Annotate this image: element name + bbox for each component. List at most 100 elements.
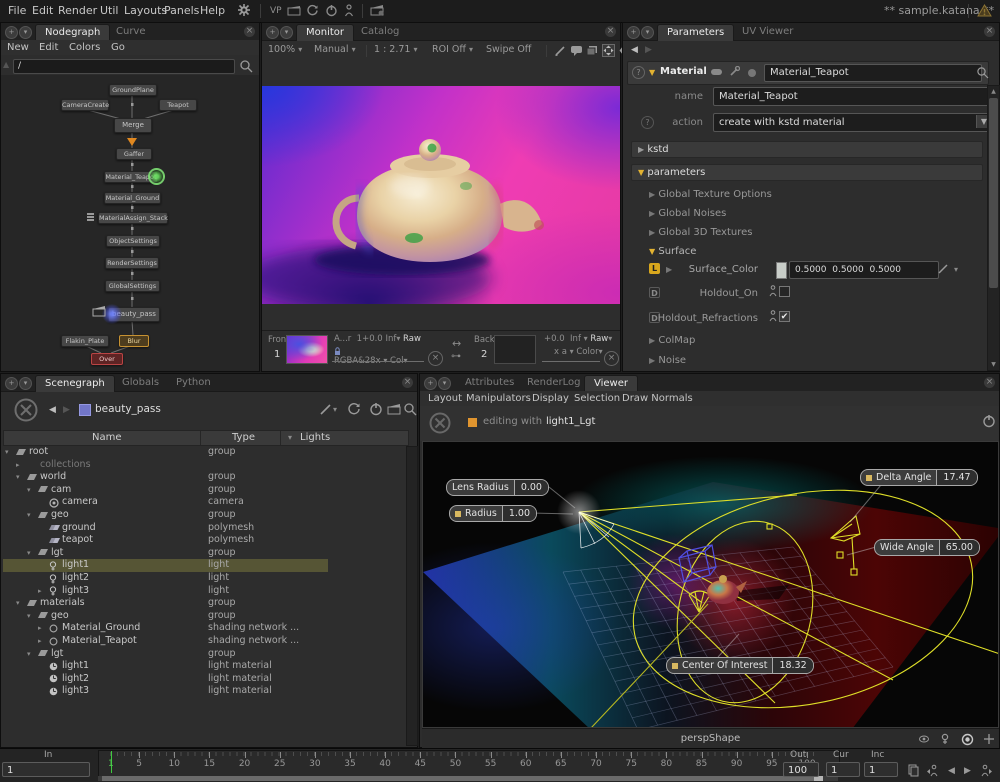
pane-add-icon[interactable]: + <box>627 26 640 39</box>
in-field[interactable]: 1 <box>2 762 90 777</box>
scenegraph-row-ground[interactable]: groundpolymesh <box>3 522 401 535</box>
node-name-field[interactable]: Material_Teapot <box>764 64 982 82</box>
scenegraph-row-light3[interactable]: light3light material <box>3 685 401 698</box>
node-MaterialAssign_Stack[interactable]: MaterialAssign_Stack <box>98 212 168 224</box>
dot-icon[interactable] <box>748 69 756 77</box>
refresh-icon[interactable] <box>306 4 319 17</box>
node-RenderSettings[interactable]: RenderSettings <box>105 257 159 269</box>
manipulator-label-lens-radius[interactable]: Lens Radius0.00 <box>446 479 549 496</box>
group-global-3d-textures[interactable]: ▶ Global 3D Textures <box>649 227 752 238</box>
comment-icon[interactable] <box>570 45 583 57</box>
range-slider[interactable] <box>98 776 838 781</box>
front-channel-info[interactable]: A...r 1+0.0 Inf▾ Raw <box>334 334 421 344</box>
help-icon[interactable]: ? <box>632 66 645 79</box>
menu-edit[interactable]: Edit <box>28 0 57 22</box>
expand-triangle-icon[interactable]: ▼ <box>649 68 655 77</box>
scenegraph-row-light2[interactable]: light2light material <box>3 673 401 686</box>
scenegraph-row-collections[interactable]: ▸collections <box>3 459 401 472</box>
manipulator-label-delta-angle[interactable]: Delta Angle17.47 <box>860 469 978 486</box>
warning-icon[interactable] <box>977 4 992 17</box>
menu-selection[interactable]: Selection <box>574 391 620 406</box>
node-Flakin_Plate[interactable]: Flakin_Plate <box>61 335 109 347</box>
group-colmap[interactable]: ▶ ColMap <box>649 335 695 346</box>
slate-icon[interactable] <box>287 5 301 16</box>
tab-monitor[interactable]: Monitor <box>296 24 354 41</box>
search-icon[interactable] <box>976 66 989 79</box>
group-surface[interactable]: ▼ Surface <box>649 246 696 257</box>
scenegraph-row-geo[interactable]: ▾geogroup <box>3 610 401 623</box>
tab-parameters[interactable]: Parameters <box>657 24 734 41</box>
node-Teapot[interactable]: Teapot <box>159 99 197 111</box>
node-CameraCreate[interactable]: CameraCreate <box>61 99 109 111</box>
node-Over[interactable]: Over <box>91 353 123 365</box>
rendered-image[interactable] <box>262 86 620 304</box>
person-icon[interactable] <box>344 4 354 17</box>
front-format-info[interactable]: RGBA&28x ▾ Col▾ <box>334 347 408 366</box>
name-input[interactable]: Material_Teapot <box>713 87 993 106</box>
render-slate-icon[interactable] <box>370 4 385 16</box>
back-clear-icon[interactable]: × <box>604 351 619 366</box>
nodegraph-canvas[interactable]: GroundPlaneCameraCreateTeapotMergeGaffer… <box>1 75 259 371</box>
manipulator-label-wide-angle[interactable]: Wide Angle65.00 <box>874 539 980 556</box>
holdout-refractions-checkbox[interactable]: ✔ <box>779 311 790 322</box>
group-global-noises[interactable]: ▶ Global Noises <box>649 208 726 219</box>
scenegraph-row-lgt[interactable]: ▾lgtgroup <box>3 648 401 661</box>
roi-select[interactable]: ROI Off ▾ <box>432 44 473 55</box>
frame-ruler[interactable]: 5101520253035404550556065707580859095100… <box>98 750 840 777</box>
crosshair-plus-icon[interactable] <box>983 733 995 745</box>
kstd-section[interactable]: ▶ kstd <box>631 141 983 158</box>
pane-add-icon[interactable]: + <box>266 26 279 39</box>
close-icon[interactable]: × <box>605 26 616 37</box>
pane-menu-icon[interactable]: ▾ <box>641 26 654 39</box>
chevron-down-icon[interactable]: ▾ <box>954 265 958 274</box>
node-Merge[interactable]: Merge <box>114 118 152 133</box>
node-Blur[interactable]: Blur <box>119 335 149 347</box>
swipe-select[interactable]: Swipe Off <box>486 44 531 55</box>
menu-go[interactable]: Go <box>111 40 125 55</box>
pane-add-icon[interactable]: + <box>424 377 437 390</box>
scenegraph-row-materials[interactable]: ▾materialsgroup <box>3 597 401 610</box>
pencil-icon[interactable] <box>554 45 566 57</box>
swap-arrow-icon[interactable]: ↔ <box>452 337 461 350</box>
holdout-on-checkbox[interactable] <box>779 286 790 297</box>
menu-new[interactable]: New <box>7 40 29 55</box>
scenegraph-row-teapot[interactable]: teapotpolymesh <box>3 534 401 547</box>
camera-name-label[interactable]: perspShape <box>681 733 740 744</box>
tab-catalog[interactable]: Catalog <box>352 24 408 40</box>
nav-forward-icon[interactable]: ▶ <box>645 45 652 55</box>
mode-select[interactable]: Manual ▾ <box>314 44 356 55</box>
power-icon[interactable] <box>982 414 996 428</box>
back-thumbnail[interactable] <box>494 335 536 364</box>
expand-icon[interactable] <box>602 44 615 57</box>
manipulator-label-center-of-interest[interactable]: Center Of Interest18.32 <box>666 657 814 674</box>
scenegraph-row-Material_Teapot[interactable]: ▸Material_Teapotshading network ... <box>3 635 401 648</box>
vp-label[interactable]: VP <box>266 0 286 22</box>
copy-icon[interactable] <box>908 764 919 777</box>
pencil-icon[interactable] <box>937 263 949 275</box>
search-icon[interactable] <box>239 59 253 73</box>
wrench-icon[interactable] <box>728 66 740 78</box>
default-badge[interactable]: D <box>649 287 660 298</box>
out-field[interactable]: 100 <box>783 762 819 777</box>
visibility-icon[interactable] <box>918 733 930 745</box>
node-Material_Ground[interactable]: Material_Ground <box>104 192 161 204</box>
zoom-select[interactable]: 100% ▾ <box>268 44 302 55</box>
front-clear-icon[interactable]: × <box>428 351 443 366</box>
node-GlobalSettings[interactable]: GlobalSettings <box>105 280 160 292</box>
scenegraph-row-geo[interactable]: ▾geogroup <box>3 509 401 522</box>
action-dropdown[interactable]: create with kstd material ▼ <box>713 113 993 132</box>
scenegraph-row-world[interactable]: ▾worldgroup <box>3 471 401 484</box>
close-icon[interactable]: × <box>244 26 255 37</box>
scenegraph-row-Material_Ground[interactable]: ▸Material_Groundshading network ... <box>3 622 401 635</box>
light-icon[interactable] <box>940 733 950 745</box>
menu-help[interactable]: Help <box>196 0 229 22</box>
nav-back-icon[interactable]: ◀ <box>631 45 638 55</box>
back-slider[interactable] <box>542 361 600 362</box>
expand-icon[interactable]: ▶ <box>666 265 672 274</box>
link-icon[interactable]: ⊶ <box>451 351 461 362</box>
color-swatch[interactable] <box>776 262 787 279</box>
cur-field[interactable]: 1 <box>826 762 860 777</box>
layers-icon[interactable] <box>586 45 599 57</box>
menu-layout[interactable]: Layout <box>428 391 462 406</box>
prev-frame-icon[interactable]: ◀ <box>948 766 955 776</box>
